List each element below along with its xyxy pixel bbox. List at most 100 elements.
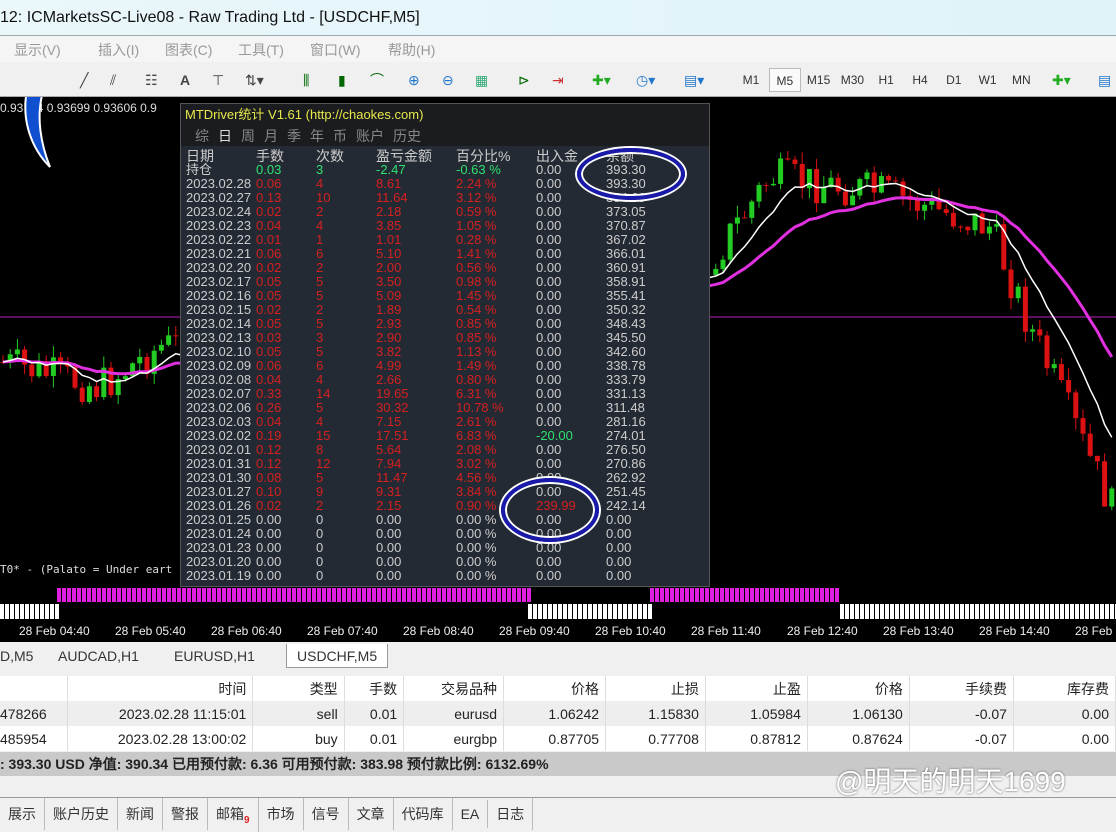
label-tool-icon[interactable]: ⊤ bbox=[212, 68, 224, 92]
terminal-tab[interactable]: 市场 bbox=[259, 798, 304, 830]
terminal-tab[interactable]: 展示 bbox=[0, 798, 45, 830]
panel-tab[interactable]: 年 bbox=[310, 128, 324, 144]
trade-header[interactable]: 手数 bbox=[344, 676, 405, 701]
zoom-in-icon[interactable]: ⊕ bbox=[408, 68, 420, 92]
trade-header[interactable]: 手续费 bbox=[909, 676, 1014, 701]
trade-header[interactable]: 止损 bbox=[605, 676, 706, 701]
chart-tab[interactable]: EURUSD,H1 bbox=[174, 648, 255, 664]
text-tool-icon[interactable]: A bbox=[180, 68, 190, 92]
stats-row: 2023.02.22 0.01 1 1.01 0.28 % 0.00 367.02 bbox=[186, 233, 666, 247]
menu-item[interactable]: 工具(T) bbox=[238, 40, 284, 60]
stats-cell: 2.18 bbox=[376, 204, 402, 219]
periods-clock-icon[interactable]: ◷▾ bbox=[636, 68, 655, 92]
channel-tool-icon[interactable]: ⫽ bbox=[110, 68, 116, 92]
menu-item[interactable]: 帮助(H) bbox=[388, 40, 435, 60]
stats-row: 2023.02.13 0.03 3 2.90 0.85 % 0.00 345.50 bbox=[186, 331, 666, 345]
terminal-tab[interactable]: 警报 bbox=[163, 798, 208, 830]
menu-item[interactable]: 窗口(W) bbox=[310, 40, 361, 60]
indicators-icon[interactable]: ✚▾ bbox=[592, 68, 611, 92]
trade-header[interactable]: 时间 bbox=[67, 676, 254, 701]
bar-chart-icon[interactable]: ⫼ bbox=[303, 68, 309, 92]
trade-header[interactable]: 价格 bbox=[807, 676, 910, 701]
tile-windows-icon[interactable]: ▦ bbox=[475, 68, 488, 92]
terminal-tab[interactable]: 新闻 bbox=[118, 798, 163, 830]
stats-cell: -2.47 bbox=[376, 162, 406, 177]
stats-row: 2023.02.03 0.04 4 7.15 2.61 % 0.00 281.16 bbox=[186, 415, 666, 429]
timeframe-h4[interactable]: H4 bbox=[904, 68, 936, 92]
timeframe-w1[interactable]: W1 bbox=[972, 68, 1004, 92]
zoom-out-icon[interactable]: ⊖ bbox=[442, 68, 454, 92]
price-chart[interactable]: 0.93714 0.93699 0.93606 0.9 T0* - (Palat… bbox=[0, 97, 1116, 587]
menu-item[interactable]: 图表(C) bbox=[165, 40, 212, 60]
timeframe-m30[interactable]: M30 bbox=[836, 68, 868, 92]
terminal-tab-label: 日志 bbox=[496, 806, 525, 822]
stats-cell: 11.47 bbox=[376, 470, 408, 485]
chart-shift-icon[interactable]: ⇥ bbox=[552, 68, 564, 92]
stats-cell: 2023.02.17 bbox=[186, 274, 252, 289]
trade-header[interactable]: 类型 bbox=[252, 676, 345, 701]
panel-tab[interactable]: 账户 bbox=[356, 128, 384, 144]
new-chart-icon[interactable]: ✚▾ bbox=[1052, 68, 1071, 92]
terminal-tab[interactable]: 信号 bbox=[304, 798, 349, 830]
panel-tab[interactable]: 日 bbox=[218, 128, 232, 144]
arrows-tool-icon[interactable]: ⇅▾ bbox=[245, 68, 264, 92]
candle-chart-icon[interactable]: ▮ bbox=[338, 68, 346, 92]
terminal-tab[interactable]: 账户历史 bbox=[45, 798, 118, 830]
trade-header[interactable]: 止盈 bbox=[705, 676, 808, 701]
panel-tab[interactable]: 季 bbox=[287, 128, 301, 144]
panel-title: MTDriver统计 V1.61 (http://chaokes.com) bbox=[181, 104, 709, 126]
stats-cell: 5 bbox=[316, 470, 324, 485]
templates-icon[interactable]: ▤▾ bbox=[684, 68, 704, 92]
profiles-icon[interactable]: ▤ bbox=[1098, 68, 1111, 92]
line-chart-icon[interactable]: ⌒ bbox=[370, 68, 384, 92]
terminal-tab[interactable]: 文章 bbox=[349, 798, 394, 830]
terminal-tab[interactable]: 代码库 bbox=[394, 798, 453, 830]
stats-cell: 0.02 bbox=[256, 260, 282, 275]
terminal-tab[interactable]: EA bbox=[453, 800, 489, 828]
chart-tab[interactable]: AUDCAD,H1 bbox=[58, 648, 139, 664]
panel-tab[interactable]: 月 bbox=[264, 128, 278, 144]
mail-badge: 9 bbox=[244, 814, 250, 826]
stats-cell: 0.28 % bbox=[456, 232, 497, 247]
menu-item[interactable]: 显示(V) bbox=[14, 40, 61, 60]
chart-tab[interactable]: D,M5 bbox=[0, 648, 33, 664]
stats-cell: 2 bbox=[316, 302, 324, 317]
candle bbox=[842, 191, 848, 206]
timeframe-m5[interactable]: M5 bbox=[768, 68, 801, 92]
candle bbox=[50, 357, 56, 376]
indicator-histogram bbox=[0, 587, 1116, 620]
trade-header[interactable] bbox=[0, 676, 69, 701]
timeframe-m1[interactable]: M1 bbox=[735, 68, 767, 92]
stats-header: 日期 bbox=[186, 148, 214, 164]
line-tool-icon[interactable]: ╱ bbox=[80, 68, 88, 92]
trade-row[interactable]: 485954 2023.02.28 13:00:02 buy 0.01 eurgbp 0.… bbox=[0, 726, 1116, 751]
timeframe-mn[interactable]: MN bbox=[1005, 68, 1037, 92]
timeframe-d1[interactable]: D1 bbox=[938, 68, 970, 92]
stats-cell: 0.00 bbox=[536, 260, 562, 275]
timeframe-m15[interactable]: M15 bbox=[803, 68, 835, 92]
stats-cell: 3.85 bbox=[376, 218, 402, 233]
panel-tab[interactable]: 周 bbox=[241, 128, 255, 144]
trade-header[interactable]: 库存费 bbox=[1013, 676, 1116, 701]
candle bbox=[835, 177, 841, 192]
stats-cell: 19.65 bbox=[376, 386, 409, 401]
timeframe-h1[interactable]: H1 bbox=[870, 68, 902, 92]
stats-cell: 4.99 bbox=[376, 358, 402, 373]
trade-header[interactable]: 价格 bbox=[503, 676, 607, 701]
terminal-tab[interactable]: 日志 bbox=[488, 798, 534, 830]
panel-tab[interactable]: 币 bbox=[333, 128, 347, 144]
trade-row[interactable]: 478266 2023.02.28 11:15:01 sell 0.01 eurusd 1… bbox=[0, 701, 1116, 726]
stats-cell: 0.00 bbox=[536, 540, 562, 555]
stats-cell: 12 bbox=[316, 456, 331, 471]
candle bbox=[950, 212, 956, 227]
fibo-tool-icon[interactable]: ☷ bbox=[145, 68, 158, 92]
panel-tab[interactable]: 综 bbox=[195, 128, 209, 144]
chart-tab[interactable]: USDCHF,M5 bbox=[286, 644, 389, 668]
trade-header[interactable]: 交易品种 bbox=[403, 676, 505, 701]
panel-tab[interactable]: 历史 bbox=[393, 128, 421, 144]
menu-item[interactable]: 插入(I) bbox=[98, 40, 139, 60]
scroll-chart-icon[interactable]: ⊳ bbox=[518, 68, 530, 92]
candle bbox=[14, 349, 20, 355]
terminal-tab[interactable]: 邮箱9 bbox=[208, 798, 259, 832]
trade-cell: 1.06130 bbox=[807, 701, 910, 726]
